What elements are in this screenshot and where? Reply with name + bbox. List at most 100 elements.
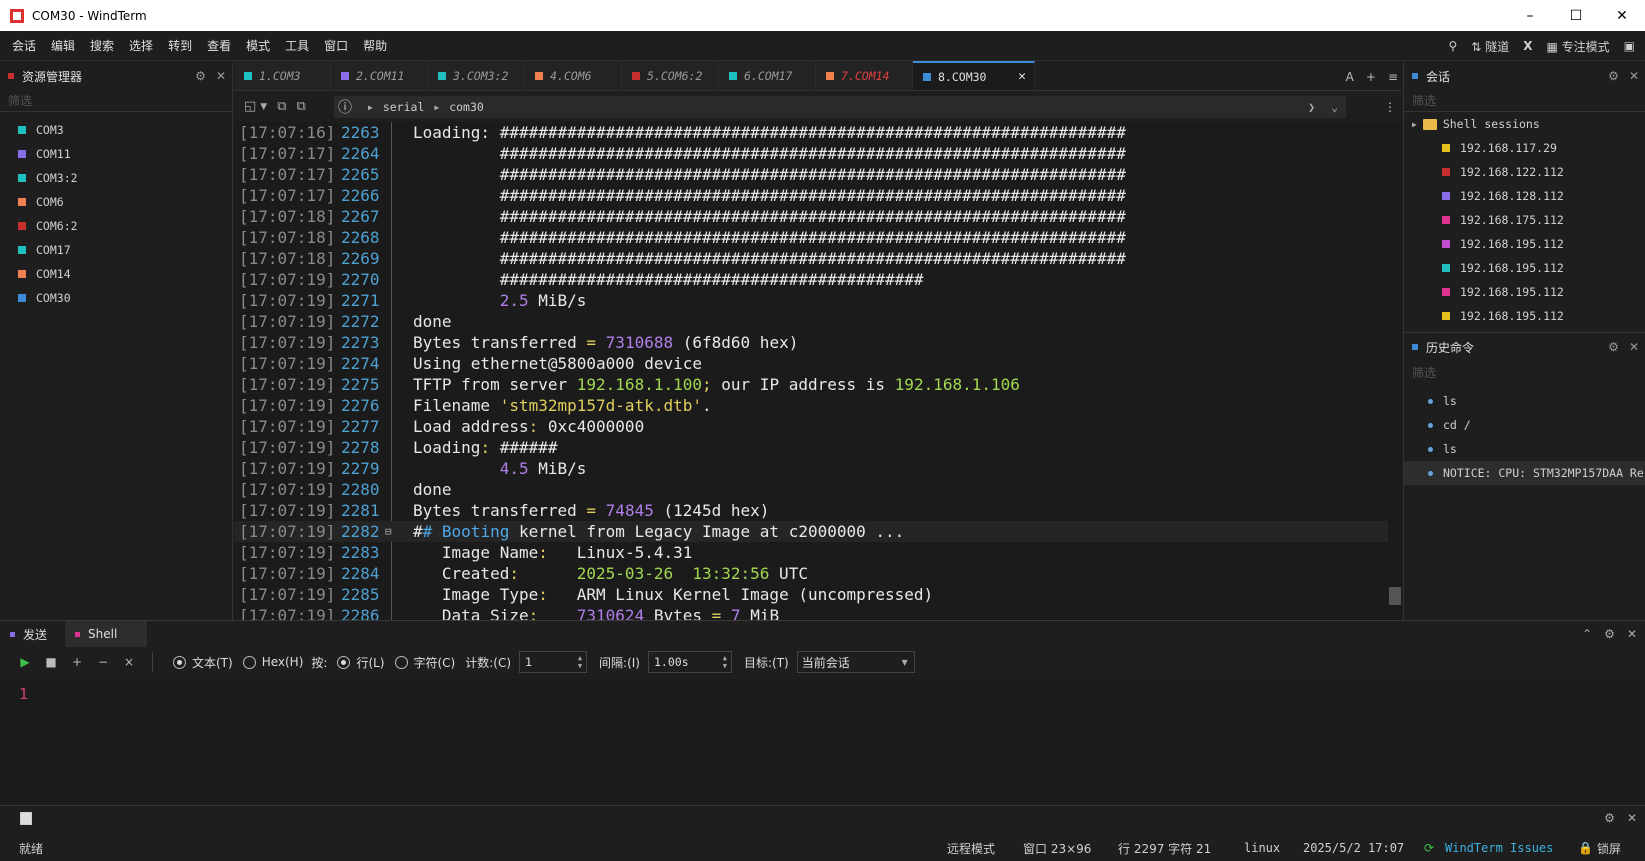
chevron-right-icon[interactable]: ❯ xyxy=(1308,100,1315,114)
more-options-icon[interactable]: ⋮ xyxy=(1384,100,1396,114)
gear-icon[interactable]: ⚙ xyxy=(195,69,206,83)
tab-3-com3-2[interactable]: 3.COM3:2 xyxy=(428,61,525,90)
menu-tools[interactable]: 工具 xyxy=(285,37,309,54)
resource-item[interactable]: COM6 xyxy=(0,190,232,214)
info-icon[interactable]: ⓘ xyxy=(338,97,352,117)
menu-mode[interactable]: 模式 xyxy=(246,37,270,54)
session-item[interactable]: 192.168.175.112 xyxy=(1404,208,1645,232)
resource-item[interactable]: COM11 xyxy=(0,142,232,166)
menu-window[interactable]: 窗口 xyxy=(324,37,348,54)
resource-item[interactable]: COM3 xyxy=(0,118,232,142)
add-tab-button[interactable]: + xyxy=(1366,70,1376,84)
tab-5-com6-2[interactable]: 5.COM6:2 xyxy=(622,61,719,90)
char-mode-radio[interactable] xyxy=(394,655,408,669)
close-icon[interactable]: ✕ xyxy=(216,69,226,83)
session-item[interactable]: 192.168.195.112 xyxy=(1404,256,1645,280)
tab-4-com6[interactable]: 4.COM6 xyxy=(525,61,622,90)
lock-screen-label[interactable]: 锁屏 xyxy=(1597,840,1621,857)
minimize-button[interactable]: – xyxy=(1507,0,1553,31)
duplicate-session-icon[interactable]: ⧉ xyxy=(277,99,286,114)
fold-toggle-icon[interactable]: ⊟ xyxy=(385,521,392,542)
status-os[interactable]: linux xyxy=(1244,841,1280,855)
line-mode-radio[interactable] xyxy=(337,655,351,669)
x-button[interactable]: X xyxy=(1523,39,1532,53)
shell-sessions-folder[interactable]: ▶ Shell sessions xyxy=(1404,112,1645,136)
maximize-button[interactable]: ☐ xyxy=(1553,0,1599,31)
gear-icon[interactable]: ⚙ xyxy=(1608,69,1619,83)
chevron-up-icon[interactable]: ⌃ xyxy=(1582,627,1592,641)
target-select[interactable]: 当前会话 ▼ xyxy=(796,651,915,673)
open-session-icon[interactable]: ⧉ xyxy=(297,99,306,114)
resource-item[interactable]: COM6:2 xyxy=(0,214,232,238)
tab-1-com3[interactable]: 1.COM3 xyxy=(234,61,331,90)
tab-6-com17[interactable]: 6.COM17 xyxy=(719,61,816,90)
history-filter-input[interactable]: 筛选 xyxy=(1404,361,1645,383)
text-mode-radio[interactable] xyxy=(173,655,186,669)
close-icon[interactable]: ✕ xyxy=(1627,627,1637,641)
tab-shell[interactable]: Shell xyxy=(65,621,148,647)
resource-filter-input[interactable]: 筛选 xyxy=(0,90,232,112)
search-icon[interactable]: ⚲ xyxy=(1449,39,1458,53)
sessions-filter-input[interactable]: 筛选 xyxy=(1404,90,1645,112)
close-icon[interactable]: ✕ xyxy=(1629,340,1639,354)
gear-icon[interactable]: ⚙ xyxy=(1604,811,1615,825)
play-icon[interactable]: ▶ xyxy=(12,655,38,669)
clear-icon[interactable]: × xyxy=(116,655,142,669)
tab-7-com14[interactable]: 7.COM14 xyxy=(816,61,913,90)
new-session-icon[interactable]: ◱ xyxy=(244,99,256,114)
menu-view[interactable]: 查看 xyxy=(207,37,231,54)
menu-help[interactable]: 帮助 xyxy=(363,37,387,54)
history-item[interactable]: ls xyxy=(1404,389,1645,413)
tab-2-com11[interactable]: 2.COM11 xyxy=(331,61,428,90)
tunnel-button[interactable]: ⇅ 隧道 xyxy=(1471,38,1509,55)
close-icon[interactable]: ✕ xyxy=(1629,69,1639,83)
menu-goto[interactable]: 转到 xyxy=(168,37,192,54)
history-item[interactable]: cd / xyxy=(1404,413,1645,437)
count-stepper[interactable]: 1 ▲ ▼ xyxy=(519,651,588,673)
status-remote-mode[interactable]: 远程模式 xyxy=(947,840,995,857)
session-item[interactable]: 192.168.122.112 xyxy=(1404,160,1645,184)
terminal-scrollbar[interactable] xyxy=(1388,122,1402,620)
issues-link[interactable]: WindTerm Issues xyxy=(1445,841,1553,855)
menu-edit[interactable]: 编辑 xyxy=(51,37,75,54)
history-item[interactable]: NOTICE: CPU: STM32MP157DAA Re xyxy=(1404,461,1645,485)
stepper-arrows-icon[interactable]: ▲ ▼ xyxy=(723,654,727,670)
focus-mode-button[interactable]: ▦ 专注模式 xyxy=(1546,38,1609,55)
gear-icon[interactable]: ⚙ xyxy=(1608,340,1619,354)
status-position[interactable]: 行 2297 字符 21 xyxy=(1118,840,1211,857)
session-item[interactable]: 192.168.195.112 xyxy=(1404,232,1645,256)
tab-8-com30[interactable]: 8.COM30 ✕ xyxy=(913,61,1035,90)
chevron-down-icon[interactable]: ⌄ xyxy=(1331,100,1338,114)
tab-send[interactable]: 发送 xyxy=(0,621,65,647)
minus-icon[interactable]: − xyxy=(90,655,116,669)
menu-select[interactable]: 选择 xyxy=(129,37,153,54)
session-item[interactable]: 192.168.117.29 xyxy=(1404,136,1645,160)
close-icon[interactable]: ✕ xyxy=(1627,811,1637,825)
status-window-size[interactable]: 窗口 23×96 xyxy=(1023,840,1091,857)
breadcrumb-com30[interactable]: com30 xyxy=(449,100,484,114)
session-item[interactable]: 192.168.195.112 xyxy=(1404,280,1645,304)
menu-search[interactable]: 搜索 xyxy=(90,37,114,54)
scrollbar-thumb[interactable] xyxy=(1389,587,1401,605)
close-tab-icon[interactable]: ✕ xyxy=(1018,69,1026,84)
close-window-button[interactable]: ✕ xyxy=(1599,0,1645,31)
menu-session[interactable]: 会话 xyxy=(12,37,36,54)
resource-item[interactable]: COM3:2 xyxy=(0,166,232,190)
resource-item[interactable]: COM14 xyxy=(0,262,232,286)
breadcrumb-serial[interactable]: serial xyxy=(383,100,425,114)
tab-menu-button[interactable]: ≡ xyxy=(1388,70,1398,84)
chevron-down-icon[interactable]: ▼ xyxy=(260,102,267,112)
font-size-button[interactable]: A xyxy=(1346,70,1354,84)
send-editor[interactable]: 1 xyxy=(0,679,1645,804)
interval-stepper[interactable]: 1.00s ▲ ▼ xyxy=(648,651,732,673)
layout-icon[interactable]: ▣ xyxy=(1624,39,1635,53)
lock-icon[interactable]: 🔒 xyxy=(1578,841,1593,855)
session-item[interactable]: 192.168.128.112 xyxy=(1404,184,1645,208)
terminal-output[interactable]: [17:07:16] 2263 Loading: #################… xyxy=(234,122,1402,620)
session-item[interactable]: 192.168.195.112 xyxy=(1404,304,1645,328)
history-item[interactable]: ls xyxy=(1404,437,1645,461)
stepper-arrows-icon[interactable]: ▲ ▼ xyxy=(578,654,582,670)
resource-item[interactable]: COM30 xyxy=(0,286,232,310)
gear-icon[interactable]: ⚙ xyxy=(1604,627,1615,641)
resource-item[interactable]: COM17 xyxy=(0,238,232,262)
